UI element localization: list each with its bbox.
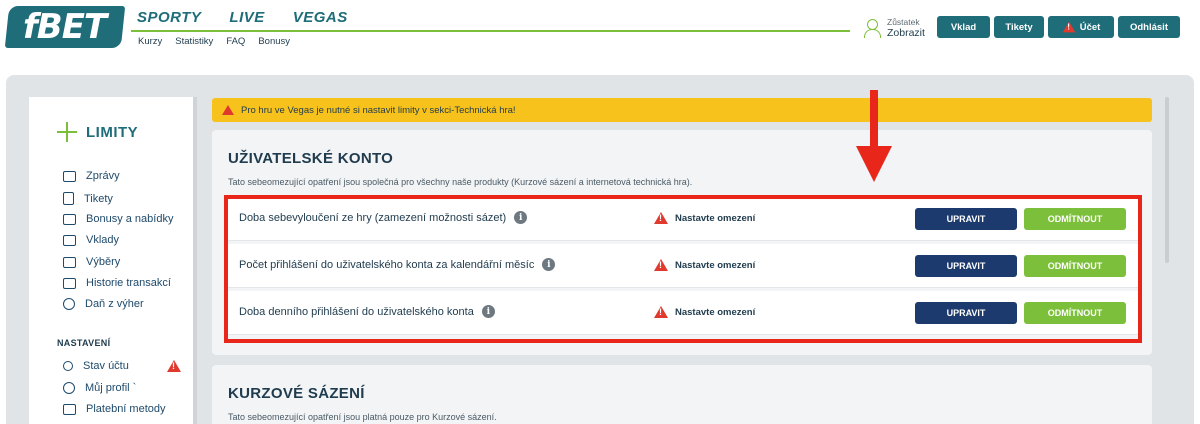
profile-icon [63, 382, 75, 394]
sidebar-item-vklady[interactable]: Vklady [63, 234, 119, 246]
sidebar-item-label: Bonusy a nabídky [86, 213, 174, 225]
vegas-warning-banner: Pro hru ve Vegas je nutné si nastavit li… [212, 98, 1152, 122]
account-section-description: Tato sebeomezující opatření jsou společn… [228, 177, 693, 187]
sidebar-scrollbar[interactable] [193, 97, 197, 424]
sidebar-item-label: Daň z výher [85, 298, 144, 310]
sidebar-item-label: Vklady [86, 234, 120, 246]
account-warning-icon [167, 360, 181, 372]
sidebar-item-zpravy[interactable]: Zprávy [63, 170, 120, 182]
highlight-arrow-icon [856, 90, 892, 182]
sub-nav: Kurzy Statistiky FAQ Bonusy [138, 36, 290, 47]
nav-underline [131, 30, 850, 32]
withdraw-icon [63, 256, 76, 268]
tickets-label: Tikety [1005, 21, 1033, 33]
fbet-logo[interactable]: fBET [4, 6, 126, 48]
header: fBET SPORTY LIVE VEGAS Kurzy Statistiky … [0, 0, 1200, 66]
balance-widget[interactable]: Zůstatek Zobrazit [863, 17, 925, 39]
sidebar-item-dan[interactable]: Daň z výher [63, 298, 144, 310]
deposit-label: Vklad [950, 21, 977, 33]
sidebar-item-bonusy[interactable]: Bonusy a nabídky [63, 213, 173, 225]
betting-section-title: KURZOVÉ SÁZENÍ [228, 385, 365, 402]
warning-icon [222, 105, 234, 115]
account-button[interactable]: Účet [1048, 16, 1114, 38]
betting-section-description: Tato sebeomezující opatření jsou platná … [228, 412, 497, 422]
sidebar-item-stav-uctu[interactable]: Stav účtu [63, 360, 129, 372]
account-section-title: UŽIVATELSKÉ KONTO [228, 150, 394, 167]
sidebar-item-label: Zprávy [86, 170, 120, 182]
sidebar-item-label: Historie transakcí [86, 277, 171, 289]
sidebar-item-platebni[interactable]: Platební metody [63, 403, 166, 415]
warning-icon [1062, 21, 1076, 33]
sidebar-item-label: Platební metody [86, 403, 166, 415]
limits-icon [57, 122, 77, 142]
logout-label: Odhlásit [1129, 21, 1168, 33]
deposit-icon [63, 234, 76, 246]
sidebar-item-label: Můj profil ` [85, 382, 137, 394]
banner-text: Pro hru ve Vegas je nutné si nastavit li… [241, 104, 516, 116]
deposit-button[interactable]: Vklad [937, 16, 990, 38]
subnav-statistiky[interactable]: Statistiky [175, 36, 213, 47]
sidebar-item-label: Tikety [84, 192, 113, 205]
sidebar-item-vybery[interactable]: Výběry [63, 256, 120, 268]
history-icon [63, 277, 76, 289]
tax-icon [63, 298, 75, 310]
search-icon [63, 361, 73, 371]
subnav-bonusy[interactable]: Bonusy [258, 36, 290, 47]
sidebar-item-tikety[interactable]: Tikety [63, 192, 113, 205]
mail-icon [63, 170, 76, 182]
sidebar-item-label: Výběry [86, 256, 121, 268]
sidebar-title: LIMITY [57, 122, 138, 142]
subnav-faq[interactable]: FAQ [226, 36, 245, 47]
main-nav: SPORTY LIVE VEGAS [137, 9, 348, 26]
balance-show-link[interactable]: Zobrazit [887, 27, 925, 39]
balance-label: Zůstatek [887, 17, 920, 27]
highlight-frame [224, 195, 1142, 343]
account-label: Účet [1079, 21, 1101, 33]
nav-sporty[interactable]: SPORTY [137, 9, 201, 26]
nav-vegas[interactable]: VEGAS [293, 9, 348, 26]
sidebar-item-label: Stav účtu [83, 360, 129, 372]
sidebar-title-text: LIMITY [86, 123, 139, 141]
nav-live[interactable]: LIVE [229, 9, 264, 26]
bonus-icon [63, 213, 76, 225]
logo-text: fBET [23, 7, 107, 47]
settings-section-title: NASTAVENÍ [57, 338, 111, 348]
subnav-kurzy[interactable]: Kurzy [138, 36, 162, 47]
tickets-button[interactable]: Tikety [994, 16, 1044, 38]
ticket-icon [63, 192, 74, 205]
sidebar-item-historie[interactable]: Historie transakcí [63, 277, 171, 289]
payment-icon [63, 403, 76, 415]
main-scrollbar[interactable] [1165, 97, 1169, 263]
user-icon [863, 18, 881, 38]
sidebar-item-profil[interactable]: Můj profil ` [63, 382, 136, 394]
logout-button[interactable]: Odhlásit [1118, 16, 1180, 38]
